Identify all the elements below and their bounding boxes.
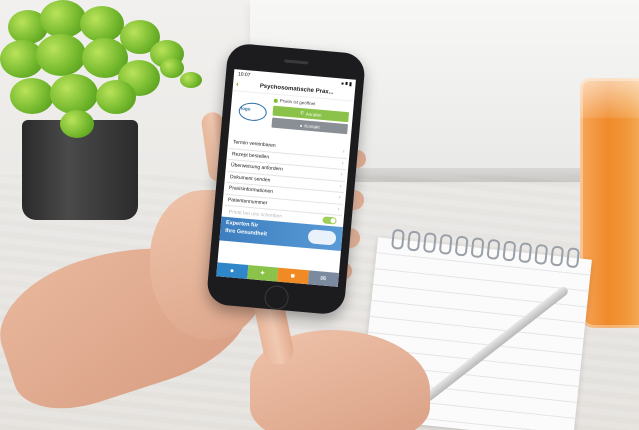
- status-time: 10:07: [237, 70, 251, 78]
- person-icon: ●: [229, 266, 235, 275]
- banner-line-2: Ihre Gesundheit: [224, 227, 268, 238]
- tab-camera[interactable]: ■: [277, 267, 309, 285]
- run-icon: ✦: [259, 270, 266, 278]
- tab-profile[interactable]: ●: [216, 262, 248, 279]
- chevron-right-icon: ›: [342, 149, 345, 156]
- location-pin-icon: ●: [299, 122, 303, 128]
- smartphone: 10:07 ‹ Psychosomatische Prax... logo Pr…: [205, 42, 367, 316]
- private-toggle[interactable]: [322, 216, 337, 225]
- phone-screen: 10:07 ‹ Psychosomatische Prax... logo Pr…: [216, 69, 356, 287]
- chevron-right-icon: ›: [339, 183, 342, 190]
- phone-icon: ✆: [299, 109, 305, 116]
- open-dot-icon: [273, 98, 278, 103]
- logo-text: logo: [240, 105, 251, 112]
- chevron-right-icon: ›: [340, 172, 343, 179]
- back-icon[interactable]: ‹: [236, 79, 239, 88]
- photo-scene: 10:07 ‹ Psychosomatische Prax... logo Pr…: [0, 0, 639, 430]
- cloud-icon: [307, 229, 337, 246]
- chevron-right-icon: ›: [337, 206, 340, 213]
- chevron-right-icon: ›: [341, 160, 344, 167]
- glass-highlight: [580, 78, 639, 118]
- tab-activity[interactable]: ✦: [246, 265, 279, 282]
- tab-mail[interactable]: ✉: [307, 270, 340, 287]
- camera-icon: ■: [290, 272, 296, 280]
- menu-list: Termin vereinbaren › Rezept bestellen › Üb…: [221, 136, 350, 227]
- practice-logo: logo: [233, 93, 270, 130]
- chevron-right-icon: ›: [338, 194, 341, 202]
- mail-icon: ✉: [319, 275, 327, 283]
- signal-icon: [341, 81, 352, 86]
